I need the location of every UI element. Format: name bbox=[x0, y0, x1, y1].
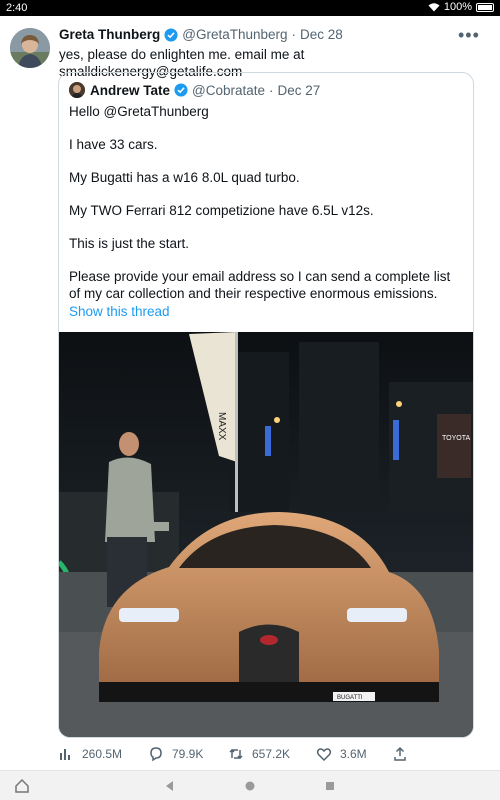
retweet-button[interactable]: 657.2K bbox=[228, 746, 290, 762]
reply-icon bbox=[150, 747, 162, 762]
quoted-author-name: Andrew Tate bbox=[90, 82, 171, 98]
quoted-line: Please provide your email address so I c… bbox=[69, 269, 451, 301]
more-icon[interactable]: ••• bbox=[458, 25, 480, 46]
reply-button[interactable]: 79.9K bbox=[148, 746, 203, 762]
like-count: 3.6M bbox=[340, 747, 367, 761]
tweet-date[interactable]: Dec 28 bbox=[300, 27, 343, 42]
quoted-separator: · bbox=[269, 82, 274, 98]
dealer-sign-text: TOYOTA bbox=[442, 435, 470, 442]
quoted-tweet-header: Andrew Tate @Cobratate · Dec 27 bbox=[69, 82, 320, 98]
reply-count: 79.9K bbox=[172, 747, 204, 761]
status-bar: 2:40 100% bbox=[0, 0, 500, 16]
verified-badge-icon bbox=[174, 83, 188, 97]
navigation-bar bbox=[0, 770, 500, 800]
author-handle[interactable]: @GretaThunberg bbox=[182, 27, 287, 42]
status-time: 2:40 bbox=[6, 2, 28, 14]
retweet-icon bbox=[229, 748, 243, 760]
verified-badge-icon bbox=[164, 27, 178, 42]
tweet-header: Greta Thunberg @GretaThunberg · Dec 28 bbox=[59, 27, 343, 42]
show-thread-link[interactable]: Show this thread bbox=[69, 303, 464, 320]
quoted-date: Dec 27 bbox=[277, 82, 321, 98]
battery-icon bbox=[476, 2, 494, 12]
back-icon[interactable] bbox=[162, 778, 178, 794]
quoted-line: I have 33 cars. bbox=[69, 137, 158, 152]
like-button[interactable]: 3.6M bbox=[316, 746, 367, 762]
quoted-line: My Bugatti has a w16 8.0L quad turbo. bbox=[69, 170, 300, 185]
share-button[interactable] bbox=[392, 746, 408, 762]
retweet-count: 657.2K bbox=[252, 747, 291, 761]
quoted-line: This is just the start. bbox=[69, 236, 190, 251]
battery-percent: 100% bbox=[443, 1, 472, 13]
analytics-icon bbox=[60, 749, 70, 760]
views-button[interactable]: 260.5M bbox=[58, 746, 122, 762]
views-count: 260.5M bbox=[82, 747, 123, 761]
heart-icon bbox=[316, 748, 332, 762]
share-icon bbox=[394, 746, 406, 761]
banner-text: MAXX bbox=[216, 412, 227, 441]
home-icon[interactable] bbox=[242, 778, 258, 794]
tweet-actions: 260.5M 79.9K 657.2K 3.6M bbox=[58, 746, 478, 766]
home-shortcut-icon[interactable] bbox=[14, 778, 30, 794]
recents-icon[interactable] bbox=[322, 778, 338, 794]
quoted-line: Hello @GretaThunberg bbox=[69, 104, 209, 119]
quoted-line: My TWO Ferrari 812 competizione have 6.5… bbox=[69, 203, 374, 218]
wifi-icon bbox=[428, 3, 440, 12]
quoted-tweet[interactable]: Andrew Tate @Cobratate · Dec 27 Hello @G… bbox=[58, 72, 474, 738]
tweet-photo[interactable]: TOYOTA MAXX BUGATTI bbox=[59, 332, 473, 737]
plate-text: BUGATTI bbox=[337, 695, 363, 701]
author-name[interactable]: Greta Thunberg bbox=[59, 27, 160, 42]
status-right: 100% bbox=[428, 1, 494, 13]
header-separator: · bbox=[291, 27, 297, 42]
quoted-handle: @Cobratate bbox=[192, 82, 266, 98]
avatar[interactable] bbox=[10, 28, 50, 68]
quoted-avatar bbox=[69, 82, 85, 98]
